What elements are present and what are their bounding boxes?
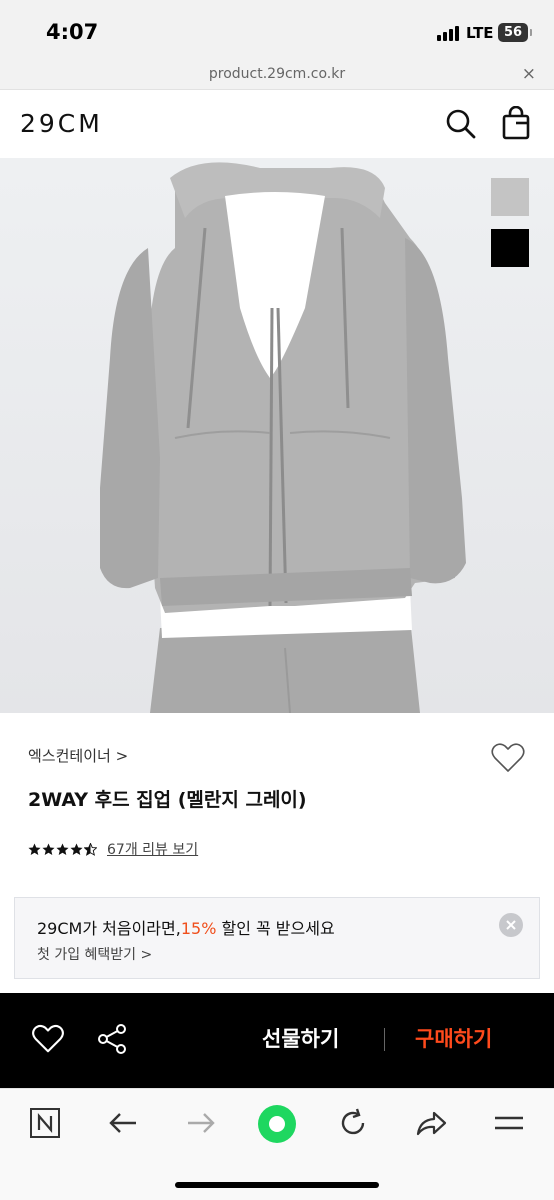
battery-level: 56 <box>503 25 523 40</box>
brand-name: 엑스컨테이너 <box>28 747 111 765</box>
star-icon <box>28 842 41 855</box>
star-icon <box>42 842 55 855</box>
brand-link[interactable]: 엑스컨테이너 > <box>28 745 128 766</box>
close-icon[interactable]: × <box>522 64 536 84</box>
product-title: 2WAY 후드 집업 (멜란지 그레이) <box>28 789 307 811</box>
half-star-icon <box>84 842 97 856</box>
home-circle-icon[interactable] <box>257 1104 297 1144</box>
share-icon[interactable] <box>95 1022 129 1056</box>
color-swatch-gray[interactable] <box>491 178 529 216</box>
promo-text-before: 29CM가 처음이라면, <box>37 919 181 938</box>
promo-text: 29CM가 처음이라면,15% 할인 꼭 받으세요 <box>37 915 335 939</box>
shopping-bag-icon[interactable] <box>498 105 534 142</box>
promo-text-after: 할인 꼭 받으세요 <box>216 919 335 938</box>
promo-banner[interactable]: 29CM가 처음이라면,15% 할인 꼭 받으세요 첫 가입 혜택받기 > <box>14 897 540 979</box>
wishlist-heart-icon[interactable] <box>490 740 526 776</box>
hoodie-photo <box>0 158 554 713</box>
divider <box>384 1028 385 1051</box>
forward-arrow-icon[interactable] <box>184 1106 218 1140</box>
back-arrow-icon[interactable] <box>106 1106 140 1140</box>
chevron-right-icon: > <box>115 747 129 765</box>
star-icon <box>56 842 69 855</box>
signup-benefit-link[interactable]: 첫 가입 혜택받기 > <box>37 944 152 964</box>
cellular-signal-icon <box>437 25 461 41</box>
url-bar[interactable]: product.29cm.co.kr × <box>0 62 554 90</box>
rating-stars <box>28 842 97 856</box>
review-link[interactable]: 67개 리뷰 보기 <box>107 839 198 859</box>
purchase-action-bar: 선물하기 구매하기 <box>0 993 554 1088</box>
color-swatch-black[interactable] <box>491 229 529 267</box>
product-image[interactable] <box>0 158 554 713</box>
battery-icon: 56 <box>498 23 532 42</box>
site-header: 29CM <box>0 91 554 158</box>
refresh-icon[interactable] <box>336 1106 370 1140</box>
naver-n-icon[interactable] <box>28 1106 62 1140</box>
gift-button[interactable]: 선물하기 <box>262 1023 339 1053</box>
logo[interactable]: 29CM <box>20 109 103 138</box>
menu-icon[interactable] <box>492 1106 526 1140</box>
close-icon[interactable] <box>499 913 523 937</box>
star-icon <box>70 842 83 855</box>
network-type: LTE <box>466 24 494 42</box>
home-indicator <box>175 1182 379 1188</box>
promo-percent: 15% <box>180 919 217 938</box>
url-text[interactable]: product.29cm.co.kr <box>0 66 554 82</box>
status-time: 4:07 <box>46 20 99 44</box>
buy-button[interactable]: 구매하기 <box>415 1023 492 1053</box>
heart-icon[interactable] <box>31 1022 65 1056</box>
search-icon[interactable] <box>443 106 479 142</box>
status-bar: 4:07 LTE 56 <box>0 0 554 62</box>
share-arrow-icon[interactable] <box>414 1106 448 1140</box>
rating-row: 67개 리뷰 보기 <box>28 838 198 860</box>
browser-toolbar <box>0 1088 554 1200</box>
